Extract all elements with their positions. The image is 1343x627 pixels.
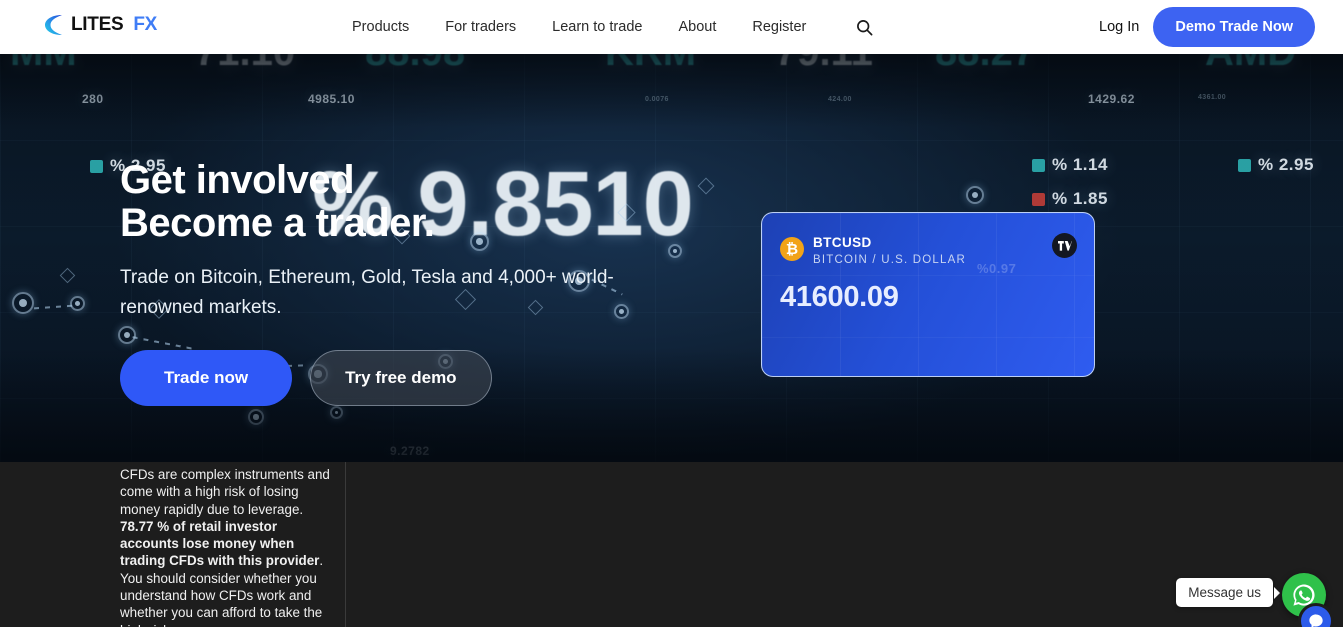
hero-title-line-2: Become a trader. bbox=[120, 201, 435, 246]
hero-title-line-1: Get involved bbox=[120, 158, 355, 202]
header-actions: Log In Demo Trade Now bbox=[1099, 0, 1315, 54]
hero-section: MM 71.10 88.98 KRM 79.11 88.27 AMD 280 4… bbox=[0, 54, 1343, 462]
price-card-titles: BTCUSD BITCOIN / U.S. DOLLAR bbox=[813, 235, 966, 266]
site-header: LITES FX Products For traders Learn to t… bbox=[0, 0, 1343, 54]
bitcoin-icon: ₿ bbox=[780, 237, 804, 261]
nav-item-about[interactable]: About bbox=[678, 19, 716, 35]
logo-text-accent: FX bbox=[133, 14, 158, 35]
risk-disclaimer-text: CFDs are complex instruments and come wi… bbox=[120, 466, 345, 627]
nav-item-for-traders[interactable]: For traders bbox=[445, 19, 516, 35]
site-logo[interactable]: LITES FX bbox=[44, 14, 157, 36]
logo-text-primary: LITES bbox=[71, 14, 124, 35]
landing-page: LITES FX Products For traders Learn to t… bbox=[0, 0, 1343, 627]
price-card-header: ₿ BTCUSD BITCOIN / U.S. DOLLAR bbox=[780, 235, 966, 266]
nav-item-register[interactable]: Register bbox=[752, 19, 806, 35]
hero-subtitle: Trade on Bitcoin, Ethereum, Gold, Tesla … bbox=[120, 267, 614, 318]
tradingview-icon[interactable] bbox=[1052, 233, 1077, 258]
gradient-c-icon bbox=[44, 14, 65, 36]
disclaimer-divider bbox=[345, 462, 346, 627]
search-icon[interactable] bbox=[852, 15, 876, 39]
nav-item-products[interactable]: Products bbox=[352, 19, 409, 35]
disclaimer-bold: 78.77 % of retail investor accounts lose… bbox=[120, 518, 320, 569]
price-card-symbol: BTCUSD bbox=[813, 235, 872, 250]
message-us-tooltip[interactable]: Message us bbox=[1176, 578, 1280, 607]
btcusd-price-card[interactable]: ₿ BTCUSD BITCOIN / U.S. DOLLAR %0.97 416… bbox=[761, 212, 1095, 377]
chat-bubble-icon[interactable] bbox=[1298, 603, 1334, 627]
trade-now-button[interactable]: Trade now bbox=[120, 350, 293, 407]
price-card-full-name: BITCOIN / U.S. DOLLAR bbox=[813, 253, 967, 266]
floating-chat-widgets: Message us bbox=[1113, 557, 1343, 627]
price-card-value: 41600.09 bbox=[780, 281, 899, 313]
hero-content: Get involved Become a trader. Trade on B… bbox=[120, 158, 740, 407]
disclaimer-part-1: CFDs are complex instruments and come wi… bbox=[120, 467, 330, 517]
demo-trade-now-button[interactable]: Demo Trade Now bbox=[1153, 7, 1315, 47]
nav-item-learn-to-trade[interactable]: Learn to trade bbox=[552, 19, 642, 35]
hero-cta-group: Trade now Try free demo bbox=[120, 350, 740, 407]
login-link[interactable]: Log In bbox=[1099, 19, 1139, 35]
main-nav: Products For traders Learn to trade Abou… bbox=[352, 0, 876, 54]
hero-title: Get involved Become a trader. bbox=[120, 158, 740, 246]
try-free-demo-button[interactable]: Try free demo bbox=[310, 350, 492, 407]
price-card-ghost-change: %0.97 bbox=[977, 261, 1017, 276]
